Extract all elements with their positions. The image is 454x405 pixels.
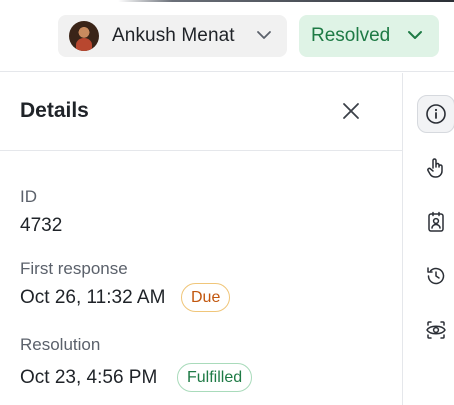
- info-icon: [426, 104, 446, 124]
- status-badge-due: Due: [181, 283, 231, 312]
- details-panel-header: Details: [0, 73, 402, 151]
- rail-views-button[interactable]: [417, 311, 454, 349]
- id-value: 4732: [20, 215, 63, 236]
- resolution-value: Oct 23, 4:56 PM: [20, 367, 158, 388]
- rail-details-button[interactable]: [417, 95, 454, 133]
- details-panel: Details ID 4732 First response Oct 26, 1…: [0, 73, 402, 405]
- ticket-sidebar: Ankush Menat Resolved Details ID 4732 Fi…: [0, 0, 454, 405]
- first-response-label: First response: [20, 259, 128, 278]
- side-rail: [402, 73, 454, 405]
- eye-icon: [426, 321, 446, 339]
- status-dropdown[interactable]: Resolved: [299, 15, 439, 57]
- history-icon: [427, 267, 445, 285]
- chevron-down-icon: [257, 31, 271, 39]
- first-response-value: Oct 26, 11:32 AM: [20, 287, 166, 308]
- hand-pointer-icon: [427, 158, 443, 178]
- avatar: [69, 21, 99, 51]
- id-label: ID: [20, 187, 37, 206]
- assignee-dropdown[interactable]: Ankush Menat: [58, 15, 287, 57]
- close-icon[interactable]: [339, 99, 363, 123]
- resolution-label: Resolution: [20, 335, 101, 354]
- status-badge-fulfilled: Fulfilled: [177, 363, 253, 392]
- status-label: Resolved: [311, 25, 391, 46]
- ticket-header: Ankush Menat Resolved: [0, 2, 454, 72]
- contact-card-icon: [428, 211, 444, 232]
- chevron-down-icon: [408, 31, 422, 39]
- rail-activity-button[interactable]: [417, 149, 454, 187]
- rail-history-button[interactable]: [417, 257, 454, 295]
- panel-title: Details: [20, 99, 89, 122]
- rail-contact-button[interactable]: [417, 203, 454, 241]
- assignee-name: Ankush Menat: [112, 25, 235, 46]
